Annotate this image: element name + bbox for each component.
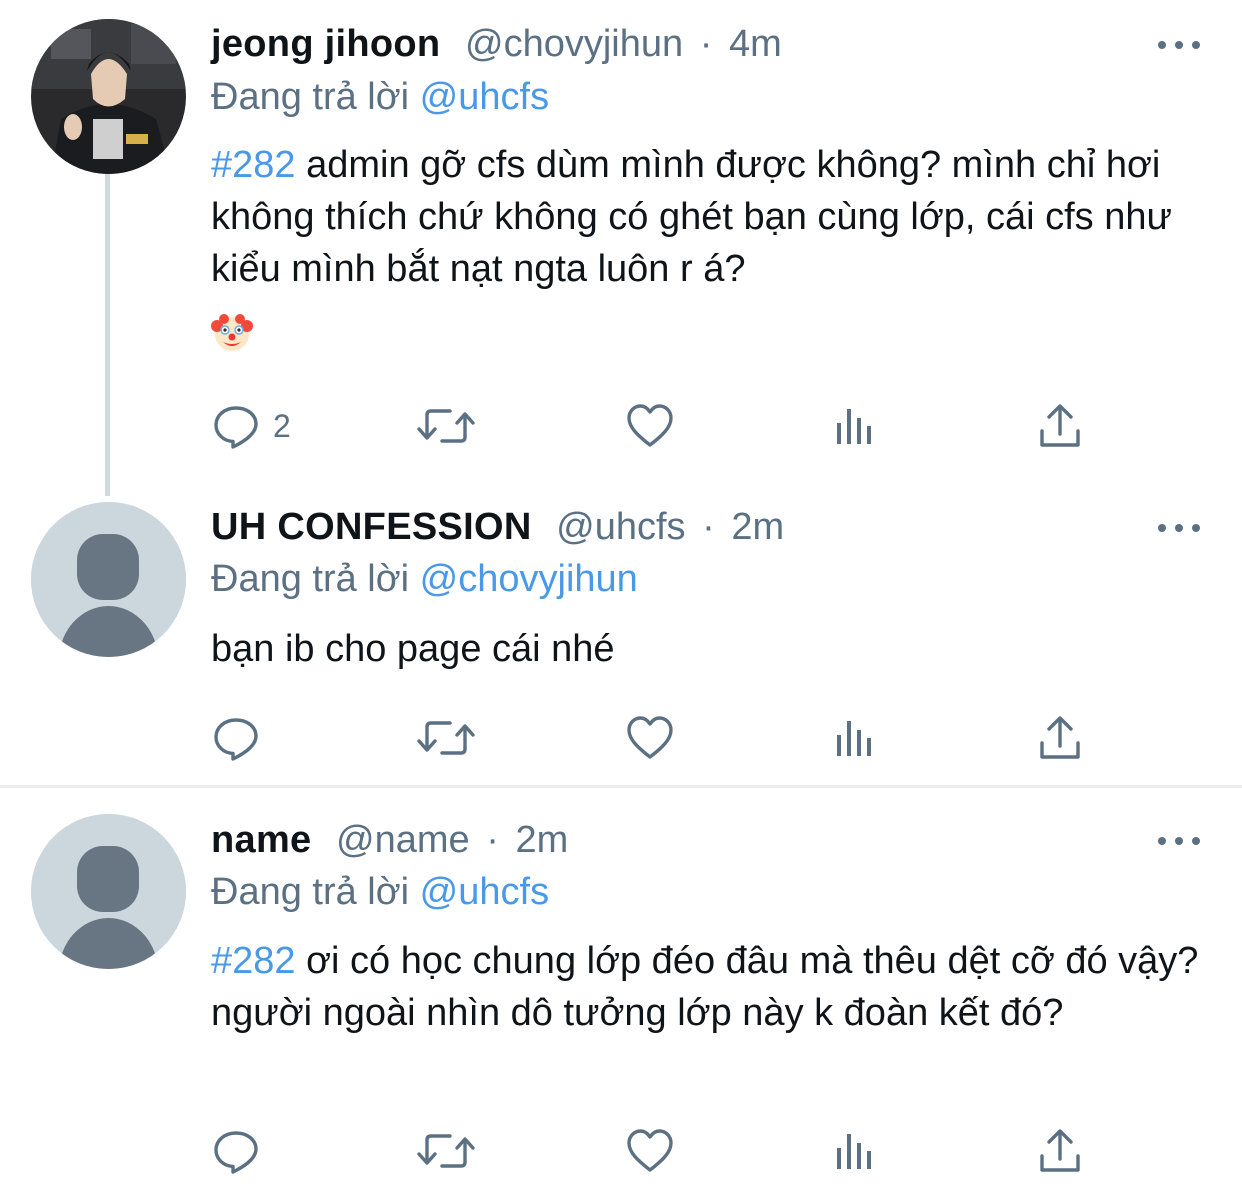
reply-button[interactable] xyxy=(211,1126,273,1176)
more-icon[interactable] xyxy=(1158,835,1200,847)
replying-to: Đang trả lời @uhcfs xyxy=(211,867,549,917)
retweet-button[interactable] xyxy=(416,1126,476,1176)
handle[interactable]: @name xyxy=(336,819,470,861)
like-icon xyxy=(627,1129,673,1172)
display-name[interactable]: name xyxy=(211,819,311,861)
tweet-text-content: ơi có học chung lớp đéo đâu mà thêu dệt … xyxy=(211,940,1199,1034)
analytics-button[interactable] xyxy=(831,1126,881,1176)
avatar-name[interactable] xyxy=(31,814,186,969)
separator: · xyxy=(486,819,499,861)
replying-prefix: Đang trả lời xyxy=(211,871,410,913)
replying-to-link[interactable]: @uhcfs xyxy=(420,871,549,913)
hashtag-link[interactable]: #282 xyxy=(211,940,296,982)
timestamp[interactable]: 2m xyxy=(515,819,568,861)
analytics-icon xyxy=(837,1134,871,1169)
tweet-text: #282 ơi có học chung lớp đéo đâu mà thêu… xyxy=(211,935,1211,1039)
like-button[interactable] xyxy=(625,1126,675,1176)
default-avatar-icon xyxy=(31,814,186,969)
tweet-actions xyxy=(211,1126,1111,1176)
tweet-header: name @name · 2m xyxy=(211,815,568,865)
retweet-icon xyxy=(417,1134,475,1168)
share-icon xyxy=(1040,1129,1080,1172)
reply-icon xyxy=(214,1131,258,1174)
tweet-3[interactable]: name @name · 2m Đang trả lời @uhcfs #282… xyxy=(0,0,1242,1194)
share-button[interactable] xyxy=(1035,1126,1085,1176)
